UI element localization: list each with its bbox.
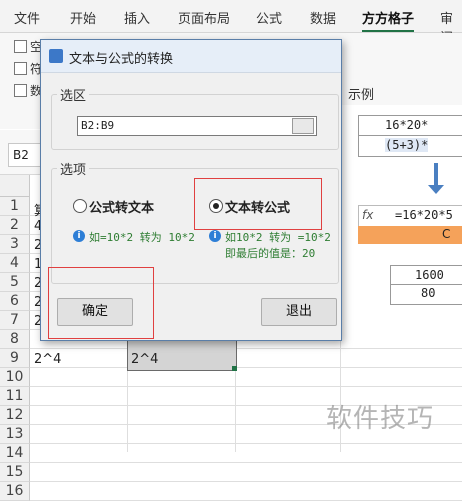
tab-file[interactable]: 文件: [14, 8, 40, 27]
tab-formulas[interactable]: 公式: [256, 8, 282, 27]
ok-button[interactable]: 确定: [57, 298, 133, 326]
tab-page-layout[interactable]: 页面布局: [178, 8, 230, 27]
fx-icon: fx: [362, 208, 374, 222]
arrow-down-icon: [434, 163, 438, 187]
row-header-12[interactable]: 12: [0, 406, 30, 425]
example-formula: =16*20*5: [395, 208, 453, 222]
range-input[interactable]: B2:B9: [77, 116, 317, 136]
select-all-corner[interactable]: [0, 175, 30, 197]
row-header-13[interactable]: 13: [0, 425, 30, 444]
row-header-11[interactable]: 11: [0, 387, 30, 406]
grid-line: [30, 386, 462, 387]
example-formula-bar: fx =16*20*5: [358, 205, 462, 227]
row-header-1[interactable]: 1: [0, 197, 30, 216]
example-result-cells: 1600 80: [390, 265, 462, 305]
example-cell-1: 16*20*: [385, 118, 429, 132]
ribbon-checkbox-3[interactable]: [14, 84, 27, 97]
row-header-7[interactable]: 7: [0, 311, 30, 330]
example-label: 示例: [348, 88, 375, 103]
hint-result: 即最后的值是：20: [225, 247, 316, 260]
example-input-cells: 16*20* (5+3)*: [358, 115, 462, 157]
grid-line: [30, 348, 462, 349]
row-header-9[interactable]: 9: [0, 349, 30, 368]
hint-text-to-formula: 如10*2 转为 =10*2: [225, 231, 331, 244]
cell-b9[interactable]: 2^4: [131, 352, 158, 367]
exit-button[interactable]: 退出: [261, 298, 337, 326]
radio-formula-to-text-label[interactable]: 公式转文本: [89, 197, 154, 216]
example-result-2: 80: [421, 286, 436, 300]
fill-handle[interactable]: [232, 366, 237, 371]
range-picker-icon[interactable]: [292, 118, 314, 134]
grid-line: [30, 367, 462, 368]
watermark: 软件技巧: [326, 404, 435, 434]
tab-data[interactable]: 数据: [310, 8, 336, 27]
row-header-15[interactable]: 15: [0, 463, 30, 482]
row-header-3[interactable]: 3: [0, 235, 30, 254]
hint-formula-to-text: 如=10*2 转为 10*2: [89, 231, 195, 244]
tab-fangfanggezi[interactable]: 方方格子: [362, 8, 415, 32]
convert-dialog: 文本与公式的转换 选区 B2:B9 选项 公式转文本 文本转公式 i 如=10*…: [40, 39, 342, 341]
info-icon-2: i: [209, 230, 221, 242]
row-header-2[interactable]: 2: [0, 216, 30, 235]
example-cell-2: (5+3)*: [385, 138, 429, 152]
dialog-titlebar[interactable]: 文本与公式的转换: [41, 40, 341, 73]
example-result-1: 1600: [415, 268, 444, 282]
cell-a9[interactable]: 2^4: [34, 352, 61, 367]
row-header-14[interactable]: 14: [0, 444, 30, 463]
example-panel: 16*20* (5+3)* fx =16*20*5 C 1600 80: [340, 105, 462, 331]
options-group-label: 选项: [57, 159, 90, 178]
info-icon: i: [73, 230, 85, 242]
tab-insert[interactable]: 插入: [124, 8, 150, 27]
radio-formula-to-text[interactable]: [73, 199, 87, 213]
row-header-16[interactable]: 16: [0, 482, 30, 501]
dialog-title: 文本与公式的转换: [69, 52, 174, 67]
grid-line: [30, 462, 462, 463]
app-icon: [49, 49, 63, 63]
grid-line: [30, 443, 462, 444]
row-header-5[interactable]: 5: [0, 273, 30, 292]
range-input-value: B2:B9: [81, 119, 115, 132]
row-header-8[interactable]: 8: [0, 330, 30, 349]
row-header-6[interactable]: 6: [0, 292, 30, 311]
ribbon-tab-bar: 文件 开始 插入 页面布局 公式 数据 方方格子 审阅: [0, 0, 462, 46]
ribbon-checkbox-1[interactable]: [14, 40, 27, 53]
ribbon-checkbox-2[interactable]: [14, 62, 27, 75]
row-header-4[interactable]: 4: [0, 254, 30, 273]
row-header-10[interactable]: 10: [0, 368, 30, 387]
example-column-header: C: [358, 226, 462, 244]
arrow-head-icon: [428, 185, 444, 194]
range-group-label: 选区: [57, 85, 90, 104]
example-col-c: C: [442, 227, 451, 241]
tab-home[interactable]: 开始: [70, 8, 96, 27]
highlight-box-option: [194, 178, 322, 230]
grid-line: [30, 481, 462, 482]
